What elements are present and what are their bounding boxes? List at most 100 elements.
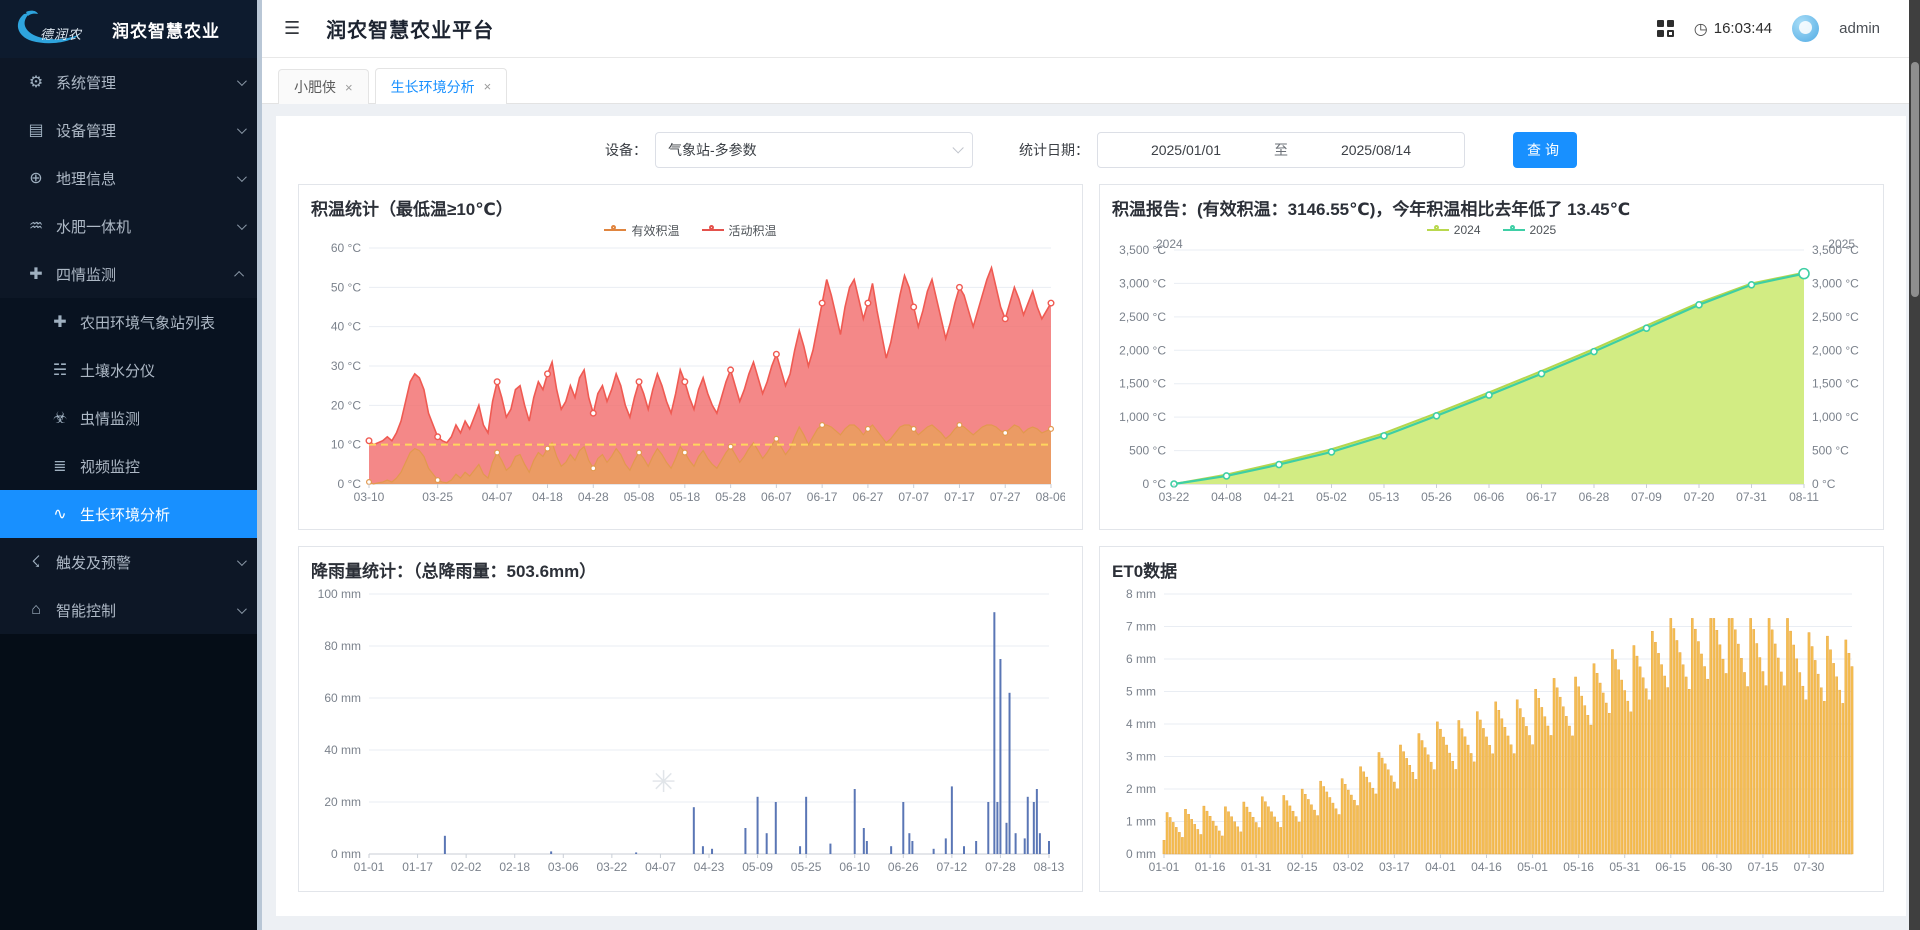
page-scrollbar[interactable] xyxy=(1909,0,1920,930)
date-separator: 至 xyxy=(1274,140,1288,160)
svg-text:04-21: 04-21 xyxy=(1264,490,1295,504)
content-area: 设备： 气象站-多参数 统计日期： 2025/01/01 至 2025/08/1… xyxy=(262,104,1920,930)
accumulated-temp-report-chart[interactable]: 0 °C0 °C500 °C500 °C1,000 °C1,000 °C1,50… xyxy=(1112,240,1866,512)
water-fertilizer-icon: ♒ xyxy=(24,216,48,236)
accumulated-temp-chart[interactable]: 0 °C10 °C20 °C30 °C40 °C50 °C60 °C03-100… xyxy=(311,240,1065,512)
sidebar-scrollbar[interactable] xyxy=(257,0,262,930)
svg-text:2,500 °C: 2,500 °C xyxy=(1119,310,1166,324)
svg-text:1,500 °C: 1,500 °C xyxy=(1119,377,1166,391)
svg-text:04-07: 04-07 xyxy=(482,490,513,504)
svg-text:01-31: 01-31 xyxy=(1241,860,1272,874)
svg-text:07-20: 07-20 xyxy=(1684,490,1715,504)
sidebar-subitem-soil-moisture[interactable]: ☵ 土壤水分仪 xyxy=(0,346,262,394)
sidebar-item-label: 农田环境气象站列表 xyxy=(80,312,215,333)
date-start[interactable]: 2025/01/01 xyxy=(1151,142,1221,158)
sidebar-subitem-video-monitoring[interactable]: ≣ 视频监控 xyxy=(0,442,262,490)
svg-text:06-28: 06-28 xyxy=(1579,490,1610,504)
sidebar-item-trigger-warning[interactable]: ☇ 触发及预警 xyxy=(0,538,262,586)
sidebar-item-four-conditions[interactable]: ✚ 四情监测 xyxy=(0,250,262,298)
chevron-down-icon xyxy=(237,76,247,86)
legend-item-2025[interactable]: 2025 xyxy=(1503,223,1557,237)
svg-text:5 mm: 5 mm xyxy=(1126,685,1156,699)
svg-text:06-17: 06-17 xyxy=(1526,490,1557,504)
svg-text:02-02: 02-02 xyxy=(451,860,482,874)
menu-fold-icon[interactable]: ☰ xyxy=(284,18,300,39)
svg-text:60 mm: 60 mm xyxy=(324,691,361,705)
svg-text:06-17: 06-17 xyxy=(807,490,838,504)
sidebar-item-system-management[interactable]: ⚙ 系统管理 xyxy=(0,58,262,106)
tab-growth-environment-analysis[interactable]: 生长环境分析 × xyxy=(375,68,508,104)
svg-text:04-23: 04-23 xyxy=(694,860,725,874)
sidebar-item-label: 设备管理 xyxy=(56,120,116,141)
svg-text:2,500 °C: 2,500 °C xyxy=(1812,310,1859,324)
rainfall-chart[interactable]: 0 mm20 mm40 mm60 mm80 mm100 mm01-0101-17… xyxy=(311,586,1065,882)
svg-text:07-31: 07-31 xyxy=(1736,490,1767,504)
sidebar-item-label: 触发及预警 xyxy=(56,552,131,573)
sidebar-subitem-growth-environment-analysis[interactable]: ∿ 生长环境分析 xyxy=(0,490,262,538)
page-title: 润农智慧农业平台 xyxy=(326,14,494,43)
date-range-label: 统计日期： xyxy=(1019,140,1089,160)
close-icon[interactable]: × xyxy=(484,79,492,94)
username[interactable]: admin xyxy=(1839,20,1880,37)
sidebar-subitem-pest-monitoring[interactable]: ☣ 虫情监测 xyxy=(0,394,262,442)
svg-text:1,500 °C: 1,500 °C xyxy=(1812,377,1859,391)
current-time: 16:03:44 xyxy=(1714,20,1772,37)
svg-text:3,000 °C: 3,000 °C xyxy=(1812,276,1859,290)
svg-text:40 °C: 40 °C xyxy=(331,320,361,334)
svg-text:06-06: 06-06 xyxy=(1474,490,1505,504)
four-conditions-submenu: ✚ 农田环境气象站列表 ☵ 土壤水分仪 ☣ 虫情监测 ≣ 视频监控 xyxy=(0,298,262,538)
legend-item-有效积温[interactable]: 有效积温 xyxy=(604,222,679,239)
sidebar-subitem-weather-station-list[interactable]: ✚ 农田环境气象站列表 xyxy=(0,298,262,346)
date-end[interactable]: 2025/08/14 xyxy=(1341,142,1411,158)
device-select[interactable]: 气象站-多参数 xyxy=(655,132,973,168)
apps-grid-icon[interactable] xyxy=(1657,20,1674,37)
legend-label: 2024 xyxy=(1454,223,1481,237)
tab-xiaofeixia[interactable]: 小肥侠 × xyxy=(278,69,369,104)
svg-text:07-27: 07-27 xyxy=(990,490,1021,504)
legend-label: 2025 xyxy=(1530,223,1557,237)
axis-name-2024: 2024 xyxy=(1156,237,1183,251)
svg-text:20 °C: 20 °C xyxy=(331,398,361,412)
svg-text:04-08: 04-08 xyxy=(1211,490,1242,504)
et0-chart[interactable]: 0 mm1 mm2 mm3 mm4 mm5 mm6 mm7 mm8 mm01-0… xyxy=(1112,586,1866,882)
axis-name-2025: 2025 xyxy=(1828,237,1855,251)
svg-text:04-18: 04-18 xyxy=(532,490,563,504)
page-scrollbar-thumb[interactable] xyxy=(1911,62,1919,297)
svg-text:500 °C: 500 °C xyxy=(1812,444,1849,458)
close-icon[interactable]: × xyxy=(345,80,353,95)
svg-text:03-10: 03-10 xyxy=(354,490,385,504)
sidebar-item-geographic-info[interactable]: ⊕ 地理信息 xyxy=(0,154,262,202)
app-root: 德润农 润农智慧农业 ⚙ 系统管理 ▤ 设备管理 ⊕ 地理信息 xyxy=(0,0,1920,930)
query-button[interactable]: 查询 xyxy=(1513,132,1577,168)
svg-text:05-18: 05-18 xyxy=(669,490,700,504)
sidebar-item-label: 四情监测 xyxy=(56,264,116,285)
svg-text:05-26: 05-26 xyxy=(1421,490,1452,504)
sidebar: 德润农 润农智慧农业 ⚙ 系统管理 ▤ 设备管理 ⊕ 地理信息 xyxy=(0,0,262,930)
sidebar-item-water-fertilizer[interactable]: ♒ 水肥一体机 xyxy=(0,202,262,250)
svg-text:02-15: 02-15 xyxy=(1287,860,1318,874)
svg-text:03-22: 03-22 xyxy=(597,860,628,874)
chevron-down-icon xyxy=(952,142,963,153)
svg-text:7 mm: 7 mm xyxy=(1126,620,1156,634)
svg-text:60 °C: 60 °C xyxy=(331,241,361,255)
sidebar-menu: ⚙ 系统管理 ▤ 设备管理 ⊕ 地理信息 ♒ 水肥一体机 xyxy=(0,58,262,634)
svg-text:06-27: 06-27 xyxy=(853,490,884,504)
svg-text:07-28: 07-28 xyxy=(985,860,1016,874)
date-range-picker[interactable]: 2025/01/01 至 2025/08/14 xyxy=(1097,132,1465,168)
svg-text:500 °C: 500 °C xyxy=(1129,444,1166,458)
svg-text:2,000 °C: 2,000 °C xyxy=(1812,343,1859,357)
avatar[interactable] xyxy=(1792,15,1819,42)
sidebar-item-device-management[interactable]: ▤ 设备管理 xyxy=(0,106,262,154)
legend-item-2024[interactable]: 2024 xyxy=(1427,223,1481,237)
sidebar-item-smart-control[interactable]: ⌂ 智能控制 xyxy=(0,586,262,634)
svg-text:08-11: 08-11 xyxy=(1789,490,1819,504)
legend-label: 有效积温 xyxy=(631,222,679,239)
svg-text:04-07: 04-07 xyxy=(645,860,676,874)
svg-text:01-16: 01-16 xyxy=(1195,860,1226,874)
list-icon: ≣ xyxy=(48,456,72,476)
legend-item-活动积温[interactable]: 活动积温 xyxy=(702,222,777,239)
soil-moisture-icon: ☵ xyxy=(48,360,72,380)
control-icon: ⌂ xyxy=(24,601,48,619)
svg-text:01-01: 01-01 xyxy=(1149,860,1180,874)
svg-text:10 °C: 10 °C xyxy=(331,438,361,452)
